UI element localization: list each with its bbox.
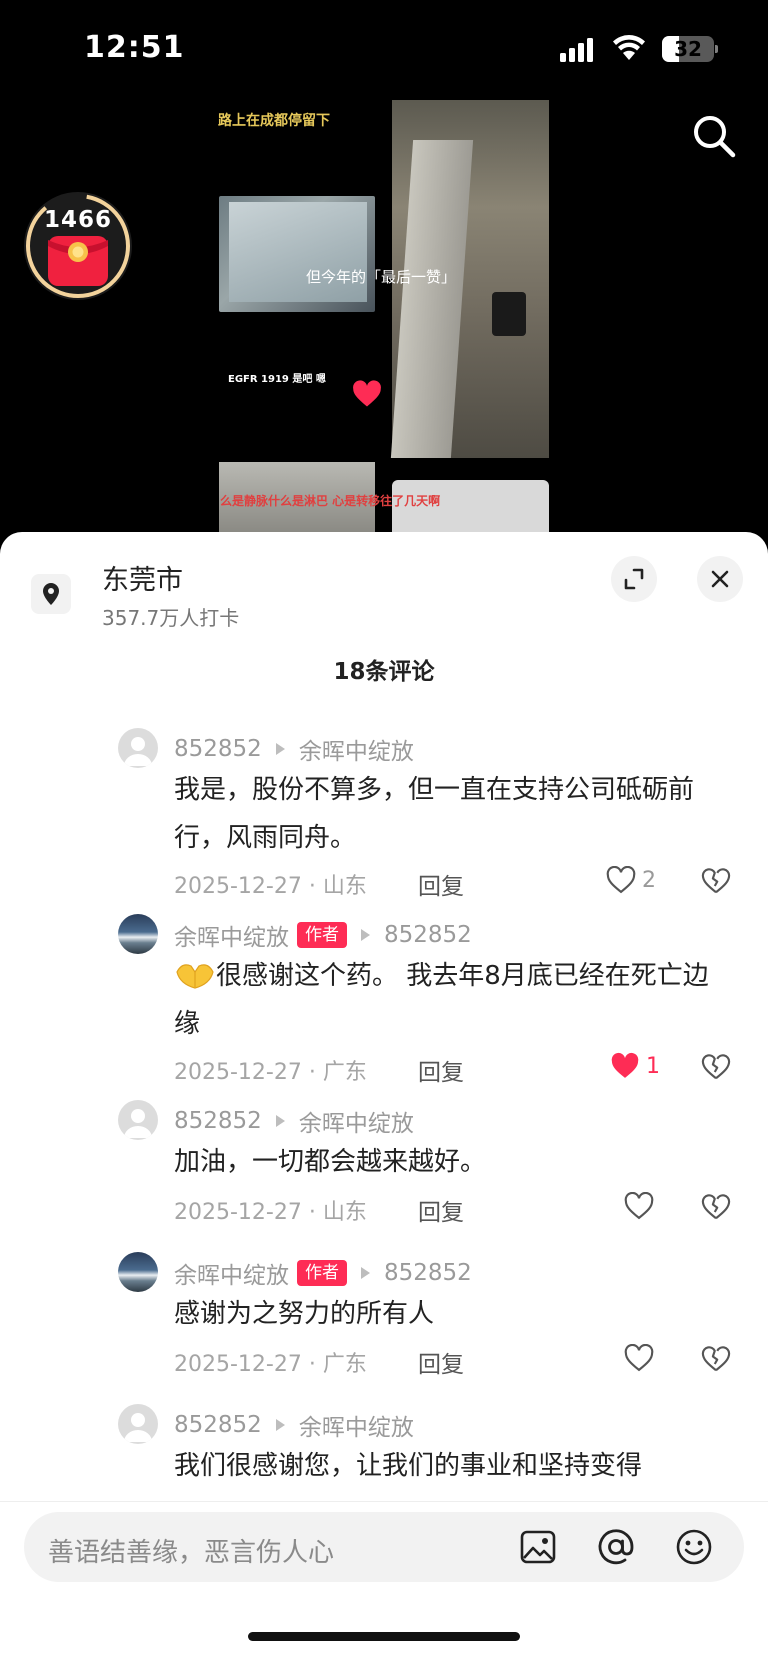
like-button[interactable] xyxy=(624,1192,654,1220)
battery-level: 32 xyxy=(674,37,702,61)
avatar[interactable] xyxy=(118,1252,158,1292)
heart-icon xyxy=(624,1344,654,1372)
video-caption: 但今年的「最后一赞」 xyxy=(306,268,457,286)
comment-username[interactable]: 852852 xyxy=(174,1108,262,1134)
video-caption: 么是静脉什么是淋巴 心是转移往了几天啊 xyxy=(220,494,441,508)
dislike-icon[interactable] xyxy=(701,866,731,896)
reply-button[interactable]: 回复 xyxy=(418,1053,464,1087)
comment-count-title: 18条评论 xyxy=(333,659,435,685)
avatar[interactable] xyxy=(118,1404,158,1444)
like-count: 1 xyxy=(646,1053,660,1079)
red-packet-count: 1466 xyxy=(43,207,112,233)
avatar[interactable] xyxy=(118,728,158,768)
video-caption: 路上在成都停留下 xyxy=(218,113,330,129)
reply-to-username[interactable]: 余晖中绽放 xyxy=(299,732,414,766)
status-time: 12:51 xyxy=(84,30,185,65)
author-badge: 作者 xyxy=(297,1260,347,1286)
comment-text: 加油，一切都会越来越好。 xyxy=(174,1147,487,1177)
heart-icon xyxy=(624,1192,654,1220)
heart-icon xyxy=(606,866,636,894)
at-icon[interactable] xyxy=(596,1527,636,1567)
comment-date-location: 2025-12-27 · 山东 xyxy=(174,874,367,899)
reply-to-username[interactable]: 852852 xyxy=(384,922,472,948)
video-frame-left xyxy=(219,196,375,312)
expand-button[interactable] xyxy=(611,556,657,602)
like-button[interactable]: 1 xyxy=(610,1052,660,1080)
like-button[interactable]: 2 xyxy=(606,866,656,894)
comment-text: 我们很感谢您，让我们的事业和坚持变得 xyxy=(174,1451,643,1481)
home-indicator xyxy=(248,1632,520,1641)
comment-text: 我是，股份不算多，但一直在支持公司砥砺前行，风雨同舟。 xyxy=(174,775,695,853)
close-icon xyxy=(711,570,729,588)
reply-button[interactable]: 回复 xyxy=(418,1193,464,1227)
signal-icon xyxy=(560,38,593,62)
avatar[interactable] xyxy=(118,914,158,954)
comment-input[interactable]: 善语结善缘，恶言伤人心 xyxy=(24,1512,744,1582)
dislike-icon[interactable] xyxy=(701,1052,731,1082)
like-button[interactable] xyxy=(624,1344,654,1372)
comment-date-location: 2025-12-27 · 山东 xyxy=(174,1200,367,1225)
comment-date-location: 2025-12-27 · 广东 xyxy=(174,1060,367,1085)
video-caption: EGFR 1919 是吧 嗯 xyxy=(228,374,326,385)
reply-to-username[interactable]: 余晖中绽放 xyxy=(299,1104,414,1138)
image-icon[interactable] xyxy=(518,1527,558,1567)
comment-username[interactable]: 852852 xyxy=(174,736,262,762)
comment-username[interactable]: 852852 xyxy=(174,1412,262,1438)
reply-button[interactable]: 回复 xyxy=(418,867,464,901)
dislike-icon[interactable] xyxy=(701,1192,731,1222)
wifi-icon xyxy=(613,35,645,60)
location-pin-icon xyxy=(31,574,71,614)
reply-arrow-icon xyxy=(361,929,370,941)
like-count: 2 xyxy=(642,867,656,893)
reply-arrow-icon xyxy=(361,1267,370,1279)
heart-icon xyxy=(353,380,381,407)
reply-button[interactable]: 回复 xyxy=(418,1345,464,1379)
comment-username[interactable]: 余晖中绽放 xyxy=(174,918,289,952)
comment-text: 感谢为之努力的所有人 xyxy=(174,1299,435,1329)
reply-to-username[interactable]: 余晖中绽放 xyxy=(299,1408,414,1442)
location-name[interactable]: 东莞市 xyxy=(102,558,183,597)
praying-hands-emoji xyxy=(176,964,214,989)
heart-filled-icon xyxy=(611,1052,639,1078)
comment-text: 很感谢这个药。 我去年8月底已经在死亡边缘 xyxy=(174,961,709,1039)
comment-list[interactable]: 852852 余晖中绽放 我是，股份不算多，但一直在支持公司砥砺前行，风雨同舟。… xyxy=(0,706,768,1506)
comment-sheet: 东莞市 357.7万人打卡 18条评论 852852 余晖中绽放 我是，股份不算… xyxy=(0,532,768,1663)
dislike-icon[interactable] xyxy=(701,1344,731,1374)
location-checkins: 357.7万人打卡 xyxy=(102,606,240,630)
comment-input-placeholder: 善语结善缘，恶言伤人心 xyxy=(48,1538,335,1568)
emoji-icon[interactable] xyxy=(674,1527,714,1567)
reply-arrow-icon xyxy=(275,1115,285,1127)
comment-username[interactable]: 余晖中绽放 xyxy=(174,1256,289,1290)
comment-date-location: 2025-12-27 · 广东 xyxy=(174,1352,367,1377)
search-icon[interactable] xyxy=(690,112,738,160)
battery-icon: 32 xyxy=(662,36,718,62)
author-badge: 作者 xyxy=(297,922,347,948)
reply-to-username[interactable]: 852852 xyxy=(384,1260,472,1286)
reply-arrow-icon xyxy=(275,743,285,755)
close-button[interactable] xyxy=(697,556,743,602)
avatar[interactable] xyxy=(118,1100,158,1140)
expand-icon xyxy=(624,568,644,590)
red-packet-button[interactable]: 1466 xyxy=(22,190,134,302)
reply-arrow-icon xyxy=(275,1419,285,1431)
